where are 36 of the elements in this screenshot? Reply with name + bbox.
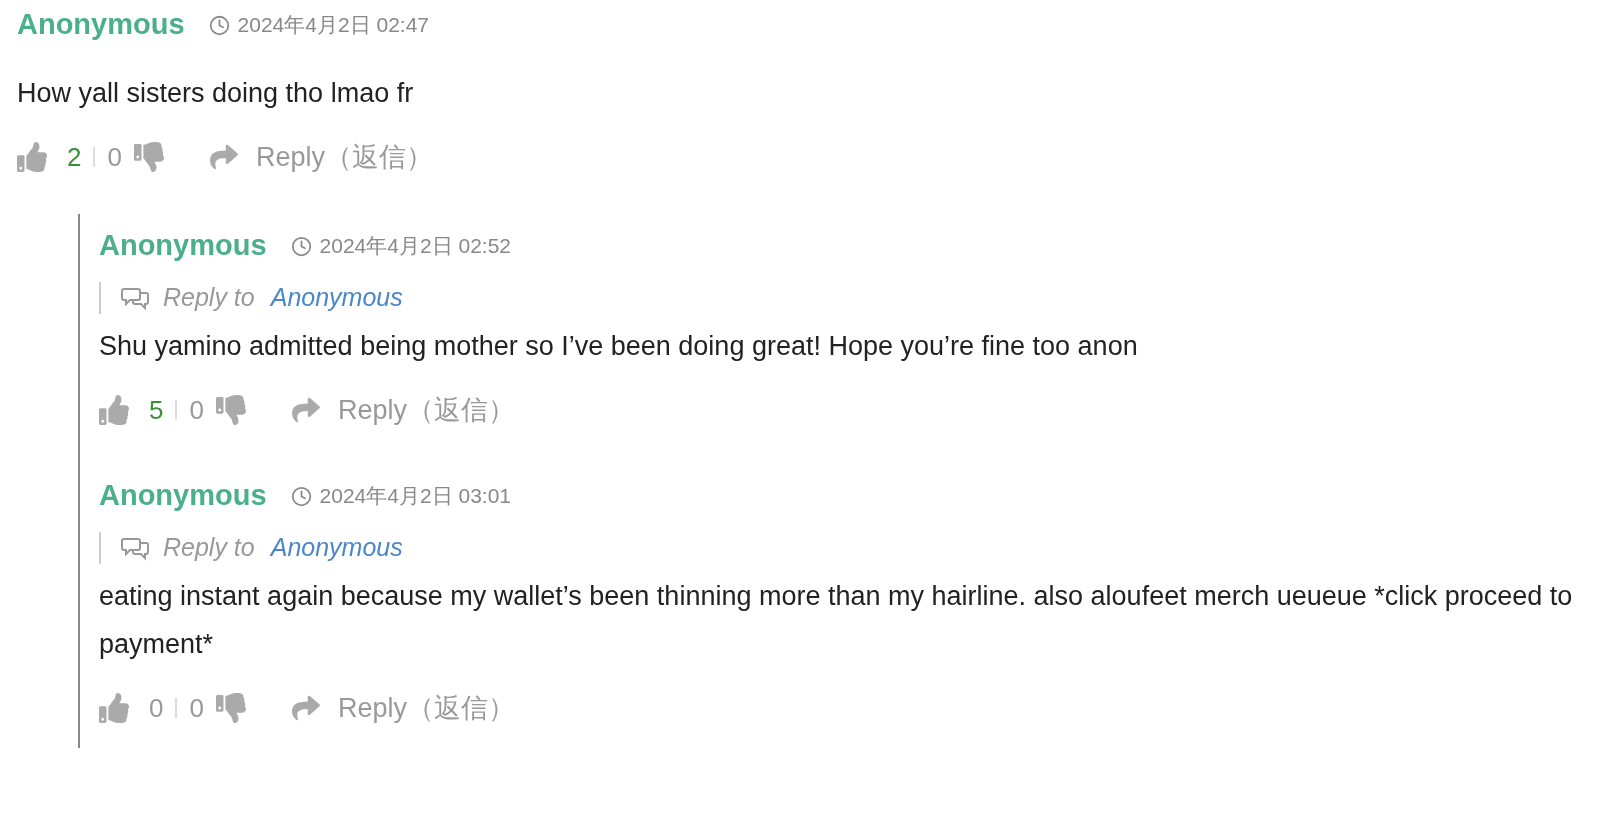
thumbs-up-icon[interactable]	[99, 395, 129, 425]
clock-icon	[290, 235, 312, 257]
comment-text: How yall sisters doing tho lmao fr	[17, 77, 415, 110]
thumbs-up-icon[interactable]	[17, 142, 47, 172]
reply-arrow-icon	[289, 396, 322, 424]
like-count: 0	[149, 691, 164, 725]
timestamp: 2024年4月2日 03:01	[319, 483, 512, 510]
reply-to-label: Reply to	[163, 532, 255, 564]
author-name: Anonymous	[99, 228, 267, 264]
author-name: Anonymous	[17, 7, 185, 43]
reply-arrow-icon	[289, 694, 322, 722]
comment-text: eating instant again because my wallet’s been thinning more than my hairline. also aloufeet merch ueueue *click proceed to payment*	[99, 580, 1574, 661]
timestamp: 2024年4月2日 02:47	[237, 12, 430, 39]
reply-button[interactable]: Reply（返信）	[207, 136, 433, 178]
dislike-count: 0	[189, 393, 204, 427]
clock-icon	[208, 14, 230, 36]
like-count: 2	[67, 140, 82, 174]
timestamp: 2024年4月2日 02:52	[319, 233, 512, 260]
comment-text: Shu yamino admitted being mother so I’ve been doing great! Hope you’re fine too anon	[99, 330, 1139, 363]
speech-bubbles-icon	[121, 285, 151, 311]
thumbs-down-icon[interactable]	[215, 693, 246, 723]
like-count: 5	[149, 393, 164, 427]
speech-bubbles-icon	[121, 535, 151, 561]
reply-to-label: Reply to	[163, 282, 255, 314]
thumbs-down-icon[interactable]	[133, 142, 164, 172]
thumbs-down-icon[interactable]	[215, 395, 246, 425]
reply-target-link[interactable]: Anonymous	[270, 279, 403, 317]
reply-button[interactable]: Reply（返信）	[289, 687, 515, 729]
reply-button[interactable]: Reply（返信）	[289, 389, 515, 431]
dislike-count: 0	[189, 691, 204, 725]
reply-arrow-icon	[207, 143, 240, 171]
dislike-count: 0	[107, 140, 122, 174]
thumbs-up-icon[interactable]	[99, 693, 129, 723]
author-name: Anonymous	[99, 478, 267, 514]
clock-icon	[290, 485, 312, 507]
reply-target-link[interactable]: Anonymous	[270, 529, 403, 567]
